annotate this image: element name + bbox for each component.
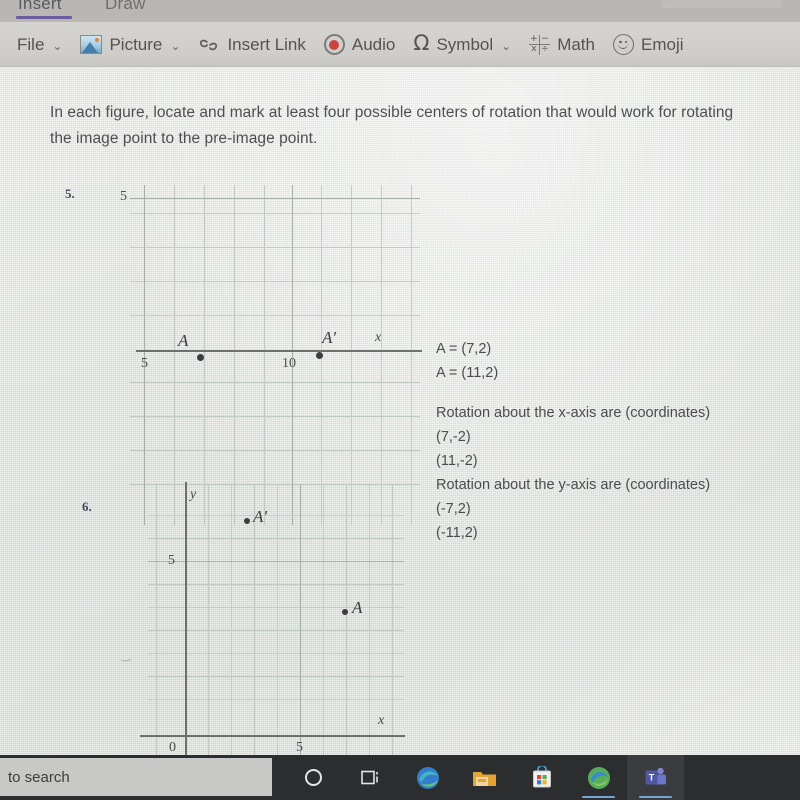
insert-link-button-label: Insert Link: [227, 35, 306, 54]
worksheet-instructions: In each figure, locate and mark at least…: [50, 104, 734, 147]
tab-insert-label: Insert: [18, 0, 62, 13]
problem-6-point-A: [342, 609, 348, 615]
ribbon-search-box[interactable]: [662, 0, 782, 8]
typed-answer-block[interactable]: A = (7,2) A = (11,2) Rotation about the …: [436, 337, 776, 545]
math-divide-glyph: ÷: [541, 44, 549, 54]
taskbar-item-cortana[interactable]: [285, 755, 342, 800]
tab-insert[interactable]: Insert: [18, 0, 62, 14]
problem-6-xtick-5: 5: [296, 740, 303, 755]
answer-line-5: (11,-2): [436, 453, 478, 469]
tab-draw[interactable]: Draw: [105, 0, 145, 14]
problem-6-ytick-5: 5: [168, 553, 175, 568]
taskbar-search-input[interactable]: to search: [0, 758, 272, 796]
problem-5-xtick-10: 10: [282, 356, 296, 371]
teams-icon: T: [644, 766, 667, 789]
math-button-label: Math: [557, 35, 595, 54]
omega-icon: Ω: [413, 31, 430, 55]
answer-line-7: (-7,2): [436, 501, 471, 517]
answer-line-8: (-11,2): [436, 525, 478, 541]
taskbar-search-text: to search: [8, 768, 70, 786]
math-operators-icon: + − x ÷: [529, 33, 551, 55]
problem-5-ytick-5: 5: [120, 189, 127, 204]
problem-5-label-A: A: [178, 331, 189, 350]
problem-5-point-A-prime: [316, 352, 323, 359]
windows-taskbar: to search T: [0, 755, 800, 800]
problem-6-x-axis-label: x: [378, 713, 385, 728]
chevron-down-icon: ⌄: [501, 38, 512, 53]
problem-5-number: 5.: [65, 186, 75, 201]
link-icon: [198, 36, 220, 54]
folder-icon: [472, 768, 497, 788]
taskbar-item-microsoft-store[interactable]: [513, 755, 570, 800]
math-times-glyph: x: [529, 44, 540, 55]
problem-5-graph: 5 10 5 x A A′: [120, 185, 430, 525]
audio-button[interactable]: Audio: [315, 28, 404, 62]
problem-6-y-axis-label: y: [190, 487, 197, 502]
cortana-circle-icon: [305, 769, 322, 786]
math-minus-glyph: −: [539, 33, 551, 45]
symbol-button-label: Symbol: [436, 35, 494, 54]
svg-text:T: T: [649, 773, 655, 783]
emoji-button[interactable]: Emoji: [604, 28, 693, 62]
answer-line-3: Rotation about the x-axis are (coordinat…: [436, 405, 711, 421]
problem-6-x-axis: [140, 735, 405, 737]
problem-6-origin-label: 0: [169, 740, 176, 755]
problem-5-x-axis-label: x: [375, 330, 382, 345]
screenshot-root: Insert Draw File ⌄ Picture ⌄ Insert Link…: [0, 0, 800, 800]
problem-5-label-A-prime: A′: [322, 328, 337, 347]
file-button[interactable]: File ⌄: [8, 28, 71, 62]
file-button-label: File: [17, 35, 45, 54]
picture-button-label: Picture: [109, 35, 163, 54]
problem-6-graph: y x 5 0 5 A′ A: [140, 482, 418, 755]
edge-browser-icon: [587, 766, 611, 790]
tab-draw-label: Draw: [105, 0, 146, 13]
notebook-page-canvas[interactable]: In each figure, locate and mark at least…: [0, 67, 800, 755]
answer-line-1: A = (7,2): [436, 341, 492, 357]
problem-5-point-A: [197, 354, 204, 361]
taskbar-item-microsoft-teams[interactable]: T: [627, 755, 684, 800]
answer-line-4: (7,-2): [436, 429, 471, 445]
taskbar-item-edge[interactable]: [399, 755, 456, 800]
task-view-icon: [360, 769, 381, 786]
stray-pencil-mark: [119, 653, 131, 664]
edge-browser-icon: [416, 766, 440, 790]
problem-6-point-A-prime: [244, 518, 250, 524]
emoji-button-label: Emoji: [640, 35, 684, 54]
problem-6-label-A-prime: A′: [253, 507, 268, 526]
emoji-smiley-icon: [612, 34, 634, 55]
audio-record-icon: [323, 34, 345, 55]
chevron-down-icon: ⌄: [52, 38, 63, 53]
answer-line-2: A = (11,2): [436, 365, 499, 381]
answer-line-6: Rotation about the y-axis are (coordinat…: [436, 477, 711, 493]
taskbar-running-indicator: [582, 795, 615, 798]
chevron-down-icon: ⌄: [170, 38, 181, 53]
problem-6-label-A: A: [352, 598, 363, 617]
taskbar-item-edge-dev[interactable]: [570, 755, 627, 800]
math-button[interactable]: + − x ÷ Math: [520, 28, 604, 62]
taskbar-running-indicator: [639, 795, 672, 798]
problem-6-y-axis: [185, 482, 187, 755]
insert-ribbon-toolbar: File ⌄ Picture ⌄ Insert Link Audio Ω Sym…: [0, 22, 800, 67]
picture-icon: [80, 35, 103, 54]
taskbar-item-task-view[interactable]: [342, 755, 399, 800]
ribbon-tab-strip: Insert Draw: [0, 0, 800, 22]
tab-active-underline: [16, 16, 72, 19]
problem-6-number: 6.: [82, 499, 92, 514]
audio-button-label: Audio: [351, 35, 396, 54]
store-bag-icon: [531, 764, 553, 789]
picture-button[interactable]: Picture ⌄: [71, 28, 189, 62]
math-plus-glyph: +: [529, 33, 540, 45]
taskbar-icon-strip: T: [285, 755, 684, 800]
symbol-button[interactable]: Ω Symbol ⌄: [404, 28, 520, 62]
problem-5-gridlines: [130, 185, 430, 525]
insert-link-button[interactable]: Insert Link: [189, 28, 314, 62]
problem-5-xtick-5: 5: [141, 356, 148, 371]
taskbar-item-file-explorer[interactable]: [456, 755, 513, 800]
